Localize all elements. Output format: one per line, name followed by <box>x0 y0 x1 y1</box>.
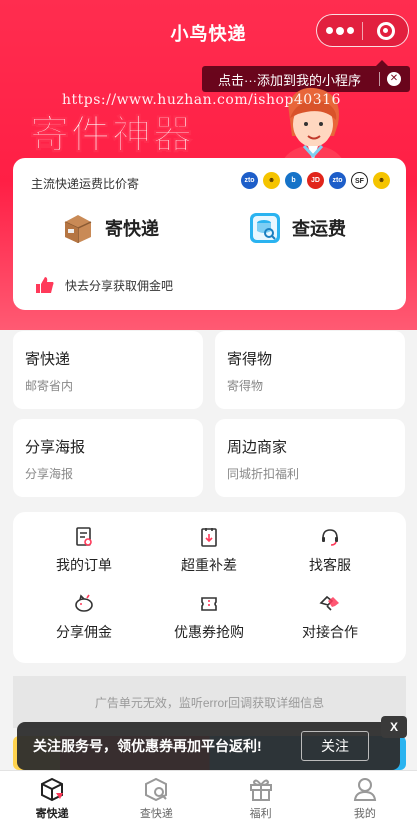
yunda-icon: ☻ <box>263 172 280 189</box>
toast-close-button[interactable]: X <box>381 716 407 738</box>
grid-card-dewu[interactable]: 寄得物 寄得物 <box>215 331 405 409</box>
grid-card-title: 寄快递 <box>25 351 71 368</box>
menu-item-overweight[interactable]: 超重补差 <box>149 527 269 575</box>
tab-label: 查快递 <box>139 808 173 820</box>
toast-text: 关注服务号，领优惠券再加平台返利! <box>33 738 262 754</box>
zto-icon: zto <box>329 172 346 189</box>
watermark-text: https://www.huzhan.com/ishop40316 <box>62 92 341 108</box>
jd-icon: JD <box>307 172 324 189</box>
bottom-tabbar: 寄快递 查快递 福利 我的 <box>0 770 417 839</box>
menu-item-label: 对接合作 <box>302 624 358 640</box>
menu-item-label: 我的订单 <box>56 557 112 573</box>
coupon-icon <box>201 597 217 611</box>
gift-icon <box>249 779 272 801</box>
check-fee-button[interactable]: 查运费 <box>248 211 346 245</box>
grid-card-title: 周边商家 <box>227 439 288 456</box>
share-text: 快去分享获取佣金吧 <box>65 278 174 293</box>
piggy-bank-icon <box>75 594 93 612</box>
tab-send-express[interactable]: 寄快递 <box>0 771 104 839</box>
send-express-button[interactable]: 寄快递 <box>61 211 159 245</box>
share-commission-link[interactable]: 快去分享获取佣金吧 <box>35 276 173 294</box>
menu-item-coupon[interactable]: 优惠券抢购 <box>149 594 269 642</box>
user-icon <box>353 778 377 801</box>
yunda-icon: ☻ <box>373 172 390 189</box>
sf-icon: SF <box>351 172 368 189</box>
zto-icon: zto <box>241 172 258 189</box>
courier-logos: zto ☻ b JD zto SF ☻ <box>241 172 390 189</box>
menu-item-label: 找客服 <box>309 557 351 573</box>
menu-item-label: 超重补差 <box>181 557 237 573</box>
grid-card-subtitle: 寄得物 <box>227 379 264 393</box>
more-icon[interactable] <box>317 26 362 35</box>
headset-icon <box>322 529 338 546</box>
overweight-icon <box>201 528 217 547</box>
compare-text: 主流快递运费比价寄 <box>31 177 140 191</box>
thumbs-up-icon <box>36 277 54 293</box>
parcel-tab-icon <box>41 777 64 802</box>
menu-item-service[interactable]: 找客服 <box>270 527 390 575</box>
ad-placeholder: 广告单元无效，监听error回调获取详细信息 <box>13 676 406 728</box>
grid-card-nearby[interactable]: 周边商家 同城折扣福利 <box>215 419 405 497</box>
slogan: 寄件神器 <box>29 113 195 159</box>
track-tab-icon <box>145 777 168 802</box>
close-miniprogram-icon[interactable] <box>363 21 408 40</box>
miniprogram-capsule[interactable] <box>316 14 409 47</box>
grid-card-poster[interactable]: 分享海报 分享海报 <box>13 419 203 497</box>
grid-card-subtitle: 分享海报 <box>25 467 74 481</box>
menu-item-cooperation[interactable]: 对接合作 <box>270 594 390 642</box>
order-icon <box>76 527 92 546</box>
tab-welfare[interactable]: 福利 <box>209 771 313 839</box>
best-icon: b <box>285 172 302 189</box>
grid-card-title: 寄得物 <box>227 351 273 368</box>
fee-search-icon <box>250 213 280 243</box>
tab-mine[interactable]: 我的 <box>313 771 417 839</box>
grid-card-subtitle: 邮寄省内 <box>25 379 74 393</box>
tab-label: 寄快递 <box>35 808 69 820</box>
follow-account-toast: 关注服务号，领优惠券再加平台返利! 关注 X <box>17 716 407 770</box>
parcel-box-icon <box>64 215 92 243</box>
check-fee-label: 查运费 <box>292 219 346 239</box>
tip-close-icon[interactable]: ✕ <box>387 72 401 86</box>
menu-item-label: 分享佣金 <box>56 624 112 640</box>
tab-label: 福利 <box>249 808 272 820</box>
menu-item-orders[interactable]: 我的订单 <box>24 527 144 575</box>
grid-card-subtitle: 同城折扣福利 <box>227 467 300 481</box>
follow-button[interactable]: 关注 <box>301 731 369 761</box>
tab-label: 我的 <box>353 808 376 820</box>
menu-item-label: 优惠券抢购 <box>174 624 244 640</box>
grid-card-send[interactable]: 寄快递 邮寄省内 <box>13 331 203 409</box>
service-menu: 我的订单 超重补差 找客服 分享佣金 优惠券抢购 对接合作 <box>13 512 406 663</box>
tab-track-express[interactable]: 查快递 <box>104 771 208 839</box>
express-card: 主流快递运费比价寄 zto ☻ b JD zto SF ☻ 寄快递 查运费 快去… <box>13 158 406 310</box>
send-express-label: 寄快递 <box>105 219 159 239</box>
menu-item-commission[interactable]: 分享佣金 <box>24 594 144 642</box>
handshake-icon <box>319 595 339 611</box>
grid-card-title: 分享海报 <box>25 439 86 456</box>
